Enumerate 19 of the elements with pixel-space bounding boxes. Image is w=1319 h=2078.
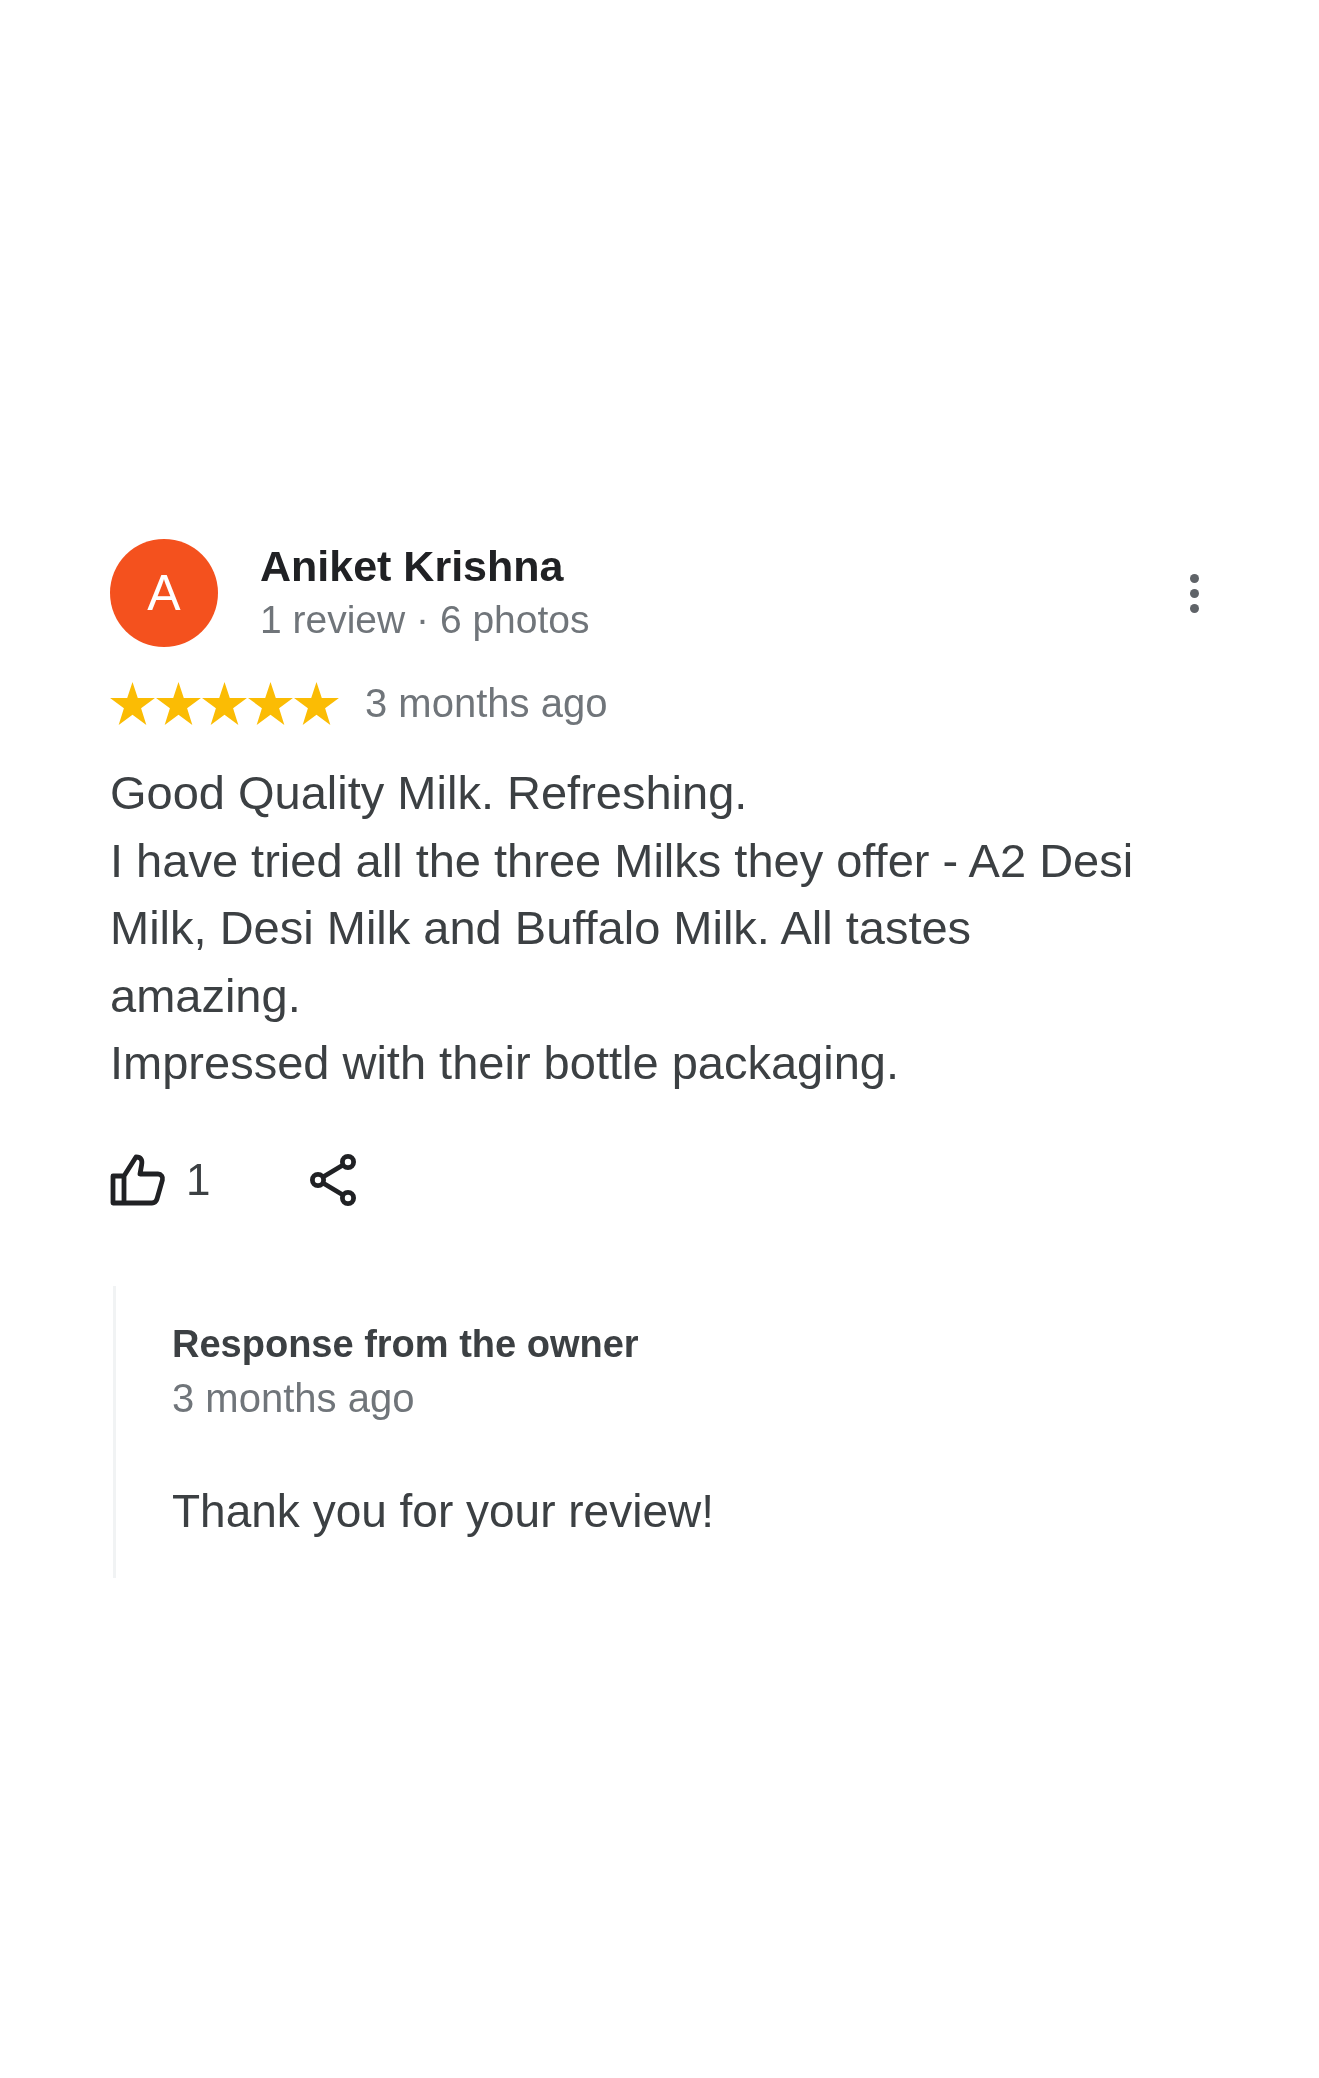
like-button[interactable]: 1	[110, 1153, 211, 1206]
star-icon	[202, 681, 247, 725]
reviewer-stats: 1 review · 6 photos	[260, 597, 590, 643]
review-time: 3 months ago	[365, 680, 608, 727]
share-icon	[310, 1153, 359, 1206]
share-button[interactable]	[310, 1153, 359, 1206]
owner-response-time: 3 months ago	[172, 1374, 415, 1421]
avatar: A	[110, 539, 218, 647]
star-icon	[110, 681, 155, 725]
reviewer-name[interactable]: Aniket Krishna	[260, 539, 564, 593]
star-icon	[156, 681, 201, 725]
thumbs-up-icon	[110, 1153, 166, 1206]
more-vertical-icon	[1190, 573, 1199, 613]
owner-response-title: Response from the owner	[172, 1321, 639, 1367]
more-options-button[interactable]	[1190, 573, 1199, 613]
star-icon	[248, 681, 293, 725]
review-text: Good Quality Milk. Refreshing. I have tried all the three Milks they offer - A2 Desi Milk, Desi Milk and Buffalo Milk. All tastes amazing. Impressed with their bottle packaging.	[110, 765, 1135, 1092]
star-icon	[294, 681, 339, 725]
owner-response-text: Thank you for your review!	[172, 1485, 714, 1536]
